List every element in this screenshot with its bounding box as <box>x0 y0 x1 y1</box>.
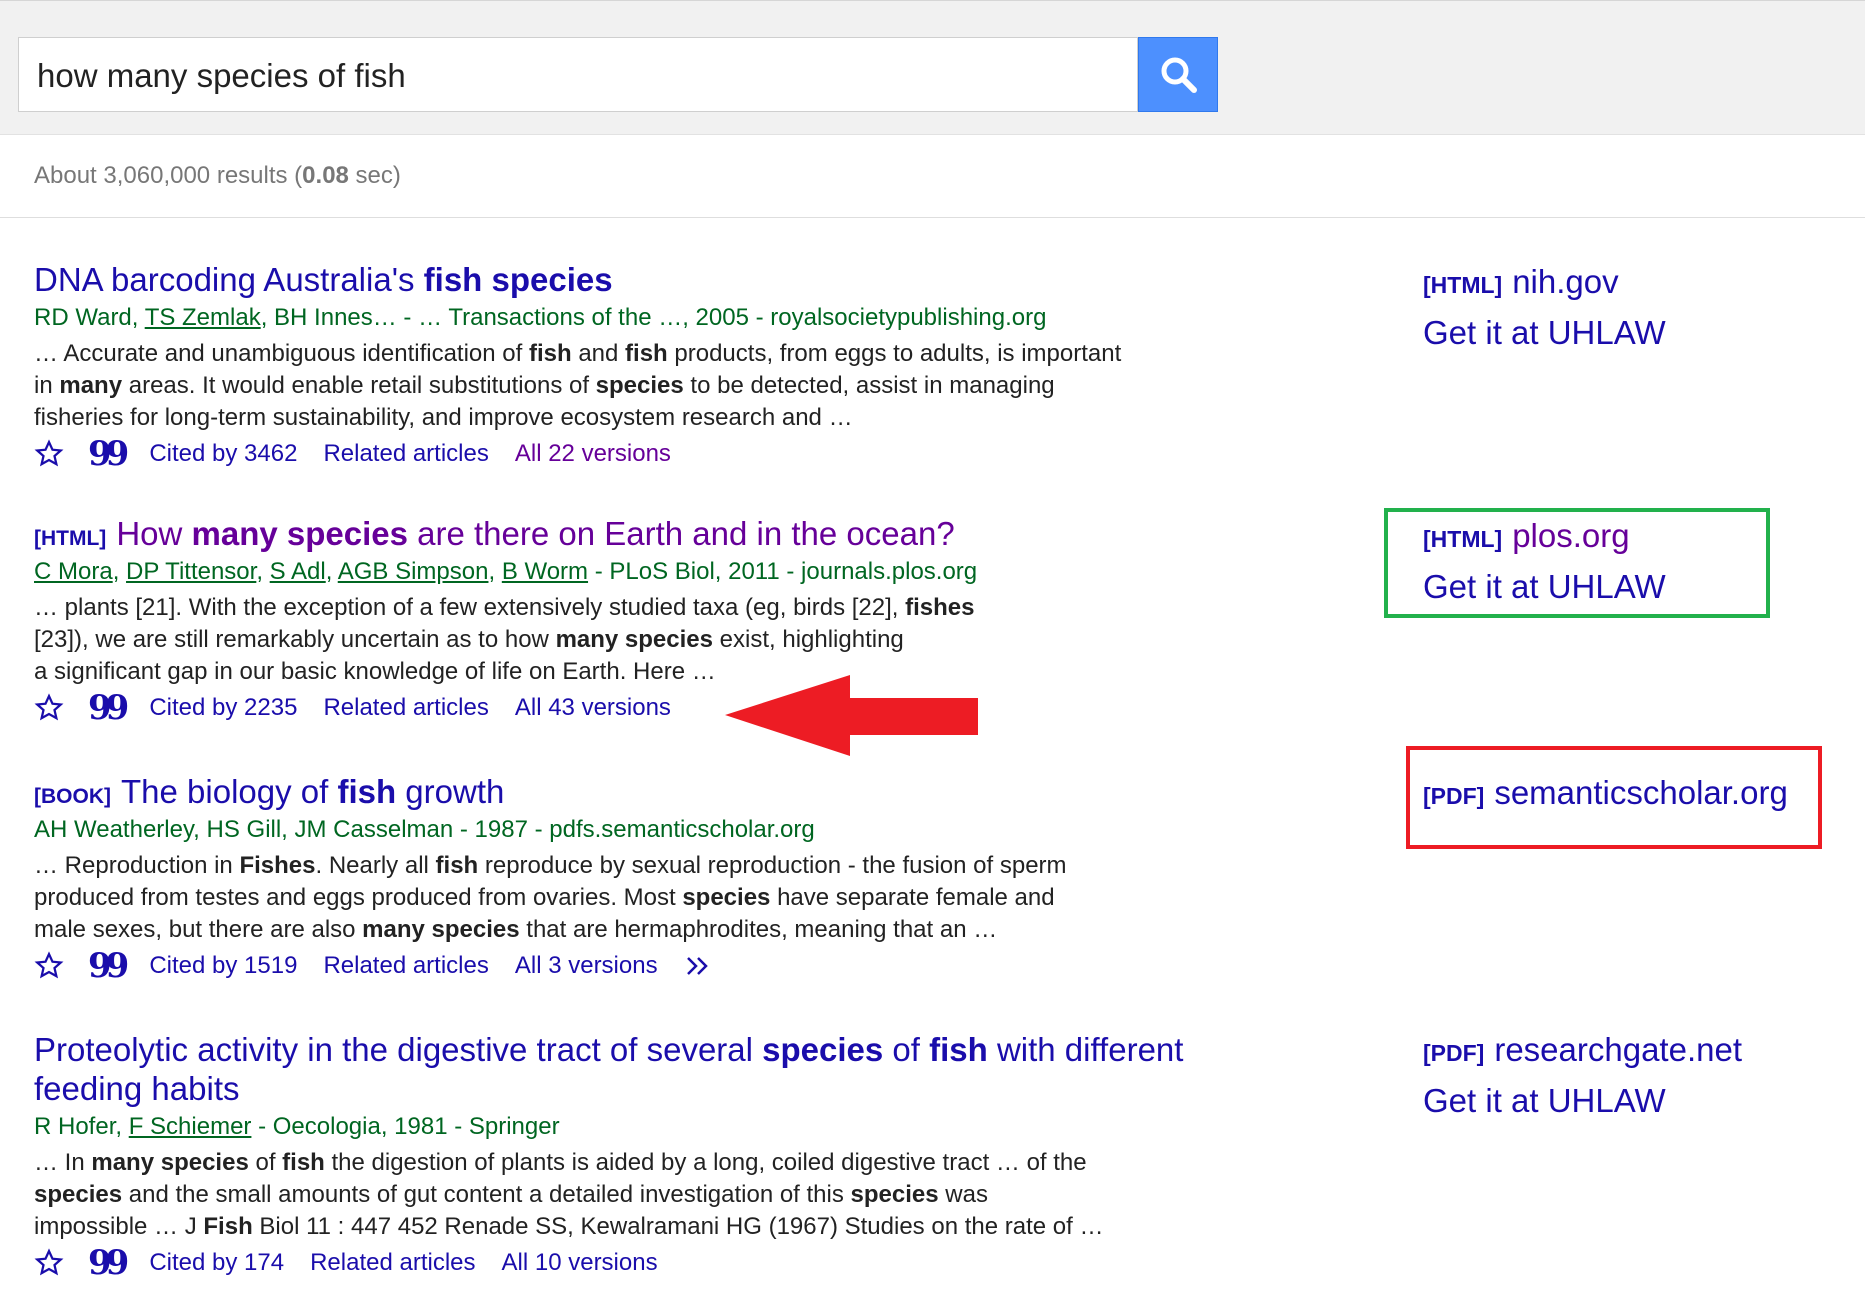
result-title[interactable]: [BOOK] The biology of fish growth <box>34 772 1254 811</box>
result-title-link[interactable]: Proteolytic activity in the digestive tr… <box>34 1031 1183 1107</box>
cited-by-link[interactable]: Cited by 2235 <box>149 690 297 726</box>
result-snippet: … plants [21]. With the exception of a f… <box>34 594 975 685</box>
search-result: DNA barcoding Australia's fish species R… <box>34 260 1254 472</box>
search-header <box>0 0 1865 135</box>
related-articles-link[interactable]: Related articles <box>323 436 488 472</box>
author-text: BH Innes… <box>274 304 397 331</box>
search-button[interactable] <box>1138 37 1218 112</box>
author-text: R Hofer <box>34 1113 116 1140</box>
result-meta: R Hofer, F Schiemer - Oecologia, 1981 - … <box>34 1113 560 1140</box>
search-result: [BOOK] The biology of fish growth AH Weat… <box>34 772 1254 984</box>
red-highlight-box <box>1406 746 1822 849</box>
red-arrow-annotation <box>725 675 978 756</box>
result-title[interactable]: Proteolytic activity in the digestive tr… <box>34 1030 1254 1108</box>
result-meta: RD Ward, TS Zemlak, BH Innes… - … Transa… <box>34 304 1047 331</box>
result-meta: AH Weatherley, HS Gill, JM Casselman - 1… <box>34 816 815 843</box>
divider <box>0 217 1865 218</box>
author-link[interactable]: B Worm <box>502 558 588 585</box>
versions-link[interactable]: All 43 versions <box>515 690 671 726</box>
author-link[interactable]: S Adl <box>270 558 326 585</box>
cited-by-link[interactable]: Cited by 174 <box>149 1245 284 1281</box>
search-icon <box>1161 57 1197 93</box>
green-highlight-box <box>1384 508 1770 618</box>
author-link[interactable]: F Schiemer <box>129 1113 252 1140</box>
result-title-link[interactable]: DNA barcoding Australia's fish species <box>34 261 613 298</box>
related-articles-link[interactable]: Related articles <box>323 948 488 984</box>
star-icon[interactable] <box>34 1248 64 1278</box>
result-title-link[interactable]: How many species are there on Earth and … <box>116 515 954 552</box>
search-result: Proteolytic activity in the digestive tr… <box>34 1030 1254 1281</box>
author-link: RD Ward <box>34 304 132 331</box>
versions-link[interactable]: All 22 versions <box>515 436 671 472</box>
result-meta: C Mora, DP Tittensor, S Adl, AGB Simpson… <box>34 558 978 585</box>
result-title[interactable]: DNA barcoding Australia's fish species <box>34 260 1254 299</box>
author-link[interactable]: TS Zemlak <box>145 304 261 331</box>
result-actions: 99 Cited by 2235 Related articles All 43… <box>34 690 1254 726</box>
related-articles-link[interactable]: Related articles <box>310 1245 475 1281</box>
search-result: [HTML] How many species are there on Eart… <box>34 514 1254 726</box>
author-link[interactable]: C Mora <box>34 558 113 585</box>
search-box[interactable] <box>18 37 1138 113</box>
chevrons-icon[interactable] <box>684 951 714 981</box>
result-type-tag: [HTML] <box>34 527 107 550</box>
quote-icon[interactable]: 99 <box>88 1246 129 1280</box>
author-link[interactable]: DP Tittensor <box>126 558 256 585</box>
result-title-link[interactable]: The biology of fish growth <box>121 773 504 810</box>
get-it-link[interactable]: Get it at UHLAW <box>1423 1077 1843 1125</box>
versions-link[interactable]: All 10 versions <box>502 1245 658 1281</box>
related-articles-link[interactable]: Related articles <box>323 690 488 726</box>
search-input[interactable] <box>35 38 1119 113</box>
versions-link[interactable]: All 3 versions <box>515 948 658 984</box>
result-snippet: … In many species of fish the digestion … <box>34 1149 1104 1240</box>
star-icon[interactable] <box>34 693 64 723</box>
result-actions: 99 Cited by 174 Related articles All 10 … <box>34 1245 1254 1281</box>
star-icon[interactable] <box>34 951 64 981</box>
cited-by-link[interactable]: Cited by 1519 <box>149 948 297 984</box>
result-actions: 99 Cited by 1519 Related articles All 3 … <box>34 948 1254 984</box>
result-snippet: … Reproduction in Fishes. Nearly all fis… <box>34 852 1067 943</box>
quote-icon[interactable]: 99 <box>88 949 129 983</box>
side-fulltext-link[interactable]: [HTML] nih.gov <box>1423 258 1843 309</box>
result-type-tag: [BOOK] <box>34 785 111 808</box>
quote-icon[interactable]: 99 <box>88 437 129 471</box>
result-snippet: … Accurate and unambiguous identificatio… <box>34 340 1122 431</box>
result-title[interactable]: [HTML] How many species are there on Eart… <box>34 514 1254 553</box>
quote-icon[interactable]: 99 <box>88 691 129 725</box>
side-link-group: [PDF] researchgate.net Get it at UHLAW <box>1423 1026 1843 1125</box>
get-it-link[interactable]: Get it at UHLAW <box>1423 309 1843 357</box>
side-link-group: [HTML] nih.gov Get it at UHLAW <box>1423 258 1843 357</box>
side-fulltext-link[interactable]: [PDF] researchgate.net <box>1423 1026 1843 1077</box>
results-stats: About 3,060,000 results (0.08 sec) <box>34 162 401 189</box>
cited-by-link[interactable]: Cited by 3462 <box>149 436 297 472</box>
star-icon[interactable] <box>34 439 64 469</box>
author-link[interactable]: AGB Simpson <box>338 558 489 585</box>
result-actions: 99 Cited by 3462 Related articles All 22… <box>34 436 1254 472</box>
